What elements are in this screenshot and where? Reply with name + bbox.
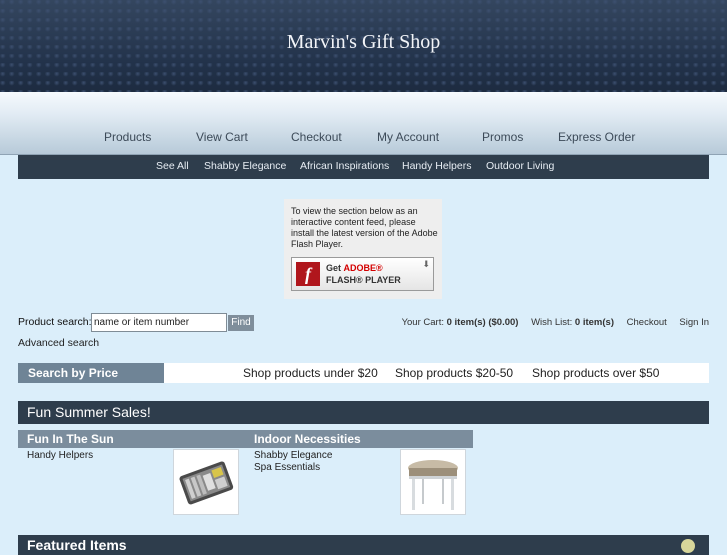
cart-status: Your Cart: 0 item(s) ($0.00) Wish List: … (392, 317, 709, 328)
flash-message: To view the section below as an interact… (291, 206, 438, 249)
subnav-see-all[interactable]: See All (156, 160, 189, 172)
site-title[interactable]: Marvin's Gift Shop (0, 31, 727, 54)
stool-image[interactable] (400, 449, 466, 515)
nav-my-account[interactable]: My Account (377, 130, 439, 144)
sales-heading: Fun Summer Sales! (18, 401, 709, 424)
sign-in-link[interactable]: Sign In (679, 317, 709, 328)
find-button[interactable]: Find (228, 315, 254, 331)
flash-button-product: FLASH® PLAYER (326, 275, 401, 285)
expand-icon[interactable] (681, 539, 695, 553)
nav-view-cart[interactable]: View Cart (196, 130, 248, 144)
search-label: Product search: (18, 316, 92, 328)
get-flash-player-button[interactable]: f Get ADOBE® FLASH® PLAYER ⬇ (291, 257, 434, 291)
price-under-20-link[interactable]: Shop products under $20 (243, 366, 378, 380)
nav-products[interactable]: Products (104, 130, 151, 144)
cart-link[interactable]: Your Cart: 0 item(s) ($0.00) (402, 317, 519, 328)
subnav-african-inspirations[interactable]: African Inspirations (300, 160, 389, 172)
nav-promos[interactable]: Promos (482, 130, 523, 144)
subnav-handy-helpers[interactable]: Handy Helpers (402, 160, 471, 172)
advanced-search-link[interactable]: Advanced search (18, 337, 99, 349)
nav-express-order[interactable]: Express Order (558, 130, 635, 144)
flash-logo-icon: f (296, 262, 320, 286)
site-header: Marvin's Gift Shop (0, 0, 727, 92)
subnav-outdoor-living[interactable]: Outdoor Living (486, 160, 554, 172)
flash-placeholder: To view the section below as an interact… (284, 199, 442, 299)
price-20-50-link[interactable]: Shop products $20-50 (395, 366, 513, 380)
flash-button-get: Get (326, 263, 342, 273)
subnav-shabby-elegance[interactable]: Shabby Elegance (204, 160, 286, 172)
download-arrow-icon: ⬇ (422, 259, 430, 269)
category-subnav: See All Shabby Elegance African Inspirat… (18, 155, 709, 179)
wishlist-link[interactable]: Wish List: 0 item(s) (531, 317, 614, 328)
category-fun-in-the-sun-heading[interactable]: Fun In The Sun (18, 430, 255, 448)
search-by-price-heading: Search by Price (18, 363, 164, 383)
main-nav: Products View Cart Checkout My Account P… (0, 130, 727, 146)
price-over-50-link[interactable]: Shop products over $50 (532, 366, 659, 380)
featured-items-heading: Featured Items (18, 535, 709, 555)
tool-kit-image[interactable] (173, 449, 239, 515)
search-input[interactable] (91, 313, 227, 332)
link-spa-essentials[interactable]: Spa Essentials (254, 462, 320, 473)
nav-checkout[interactable]: Checkout (291, 130, 342, 144)
flash-button-brand: ADOBE® (343, 263, 383, 273)
price-links-bar: Shop products under $20 Shop products $2… (164, 363, 709, 383)
link-shabby-elegance[interactable]: Shabby Elegance (254, 450, 332, 461)
category-indoor-necessities-heading[interactable]: Indoor Necessities (245, 430, 473, 448)
checkout-link[interactable]: Checkout (627, 317, 667, 328)
link-handy-helpers[interactable]: Handy Helpers (27, 450, 93, 461)
